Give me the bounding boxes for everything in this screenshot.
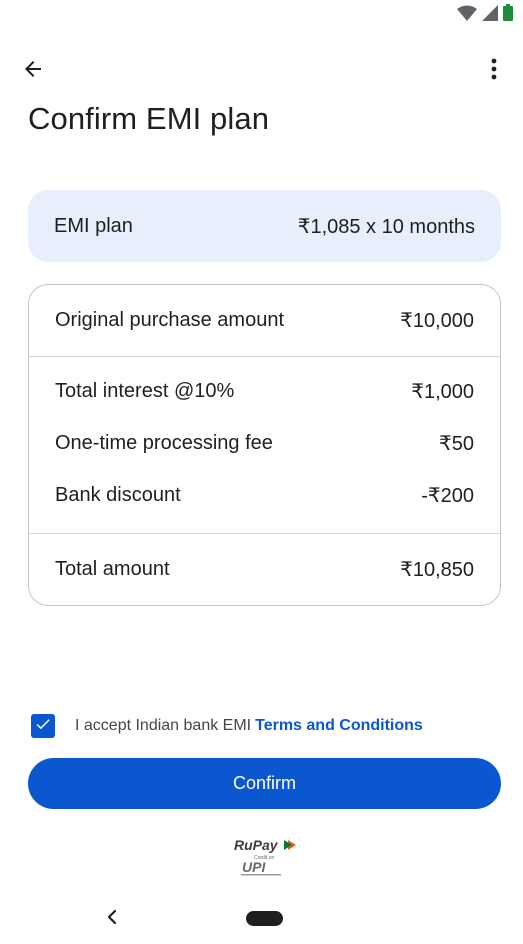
more-vert-icon	[491, 58, 497, 85]
upi-logo-text: UPI	[242, 859, 266, 875]
more-options-button[interactable]	[479, 56, 509, 86]
rupay-logo-text: RuPay	[234, 837, 279, 853]
battery-icon	[503, 4, 513, 21]
emi-plan-card: EMI plan ₹1,085 x 10 months	[28, 190, 501, 262]
wifi-icon	[457, 5, 477, 21]
total-amount-label: Total amount	[55, 558, 170, 580]
interest-label: Total interest @10%	[55, 379, 235, 402]
interest-row: Total interest @10% ₹1,000	[29, 371, 500, 411]
chevron-left-icon	[106, 909, 118, 930]
check-icon	[34, 715, 52, 738]
amount-breakdown-card: Original purchase amount ₹10,000 Total i…	[28, 284, 501, 606]
terms-text: I accept Indian bank EMI	[75, 717, 252, 734]
nav-back-button[interactable]	[100, 906, 124, 932]
bank-discount-label: Bank discount	[55, 483, 181, 506]
back-button[interactable]	[18, 56, 48, 86]
page-title: Confirm EMI plan	[28, 101, 270, 136]
terms-and-conditions-link[interactable]: Terms and Conditions	[255, 717, 423, 735]
cellular-signal-icon	[482, 4, 498, 21]
emi-plan-value: ₹1,085 x 10 months	[297, 215, 475, 238]
nav-home-pill[interactable]	[246, 911, 283, 926]
terms-checkbox[interactable]	[31, 714, 55, 738]
processing-fee-value: ₹50	[439, 432, 474, 455]
status-icons	[457, 4, 513, 21]
terms-consent: I accept Indian bank EMI Terms and Condi…	[31, 714, 423, 738]
processing-fee-label: One-time processing fee	[55, 431, 273, 454]
original-amount-row: Original purchase amount ₹10,000	[29, 285, 500, 356]
original-amount-value: ₹10,000	[400, 310, 474, 332]
emi-confirm-screen: Confirm EMI plan EMI plan ₹1,085 x 10 mo…	[0, 0, 523, 944]
total-amount-row: Total amount ₹10,850	[29, 534, 500, 605]
original-amount-label: Original purchase amount	[55, 309, 285, 331]
arrow-back-icon	[21, 57, 45, 86]
interest-value: ₹1,000	[411, 380, 474, 403]
status-bar	[0, 0, 523, 26]
total-amount-value: ₹10,850	[400, 559, 474, 581]
rupay-upi-logo: RuPay Credit on UPI	[232, 836, 302, 878]
confirm-button[interactable]: Confirm	[28, 758, 501, 809]
bank-discount-value: -₹200	[421, 484, 474, 507]
bank-discount-row: Bank discount -₹200	[29, 475, 500, 515]
divider	[29, 356, 500, 357]
emi-plan-label: EMI plan	[54, 214, 133, 237]
processing-fee-row: One-time processing fee ₹50	[29, 423, 500, 463]
